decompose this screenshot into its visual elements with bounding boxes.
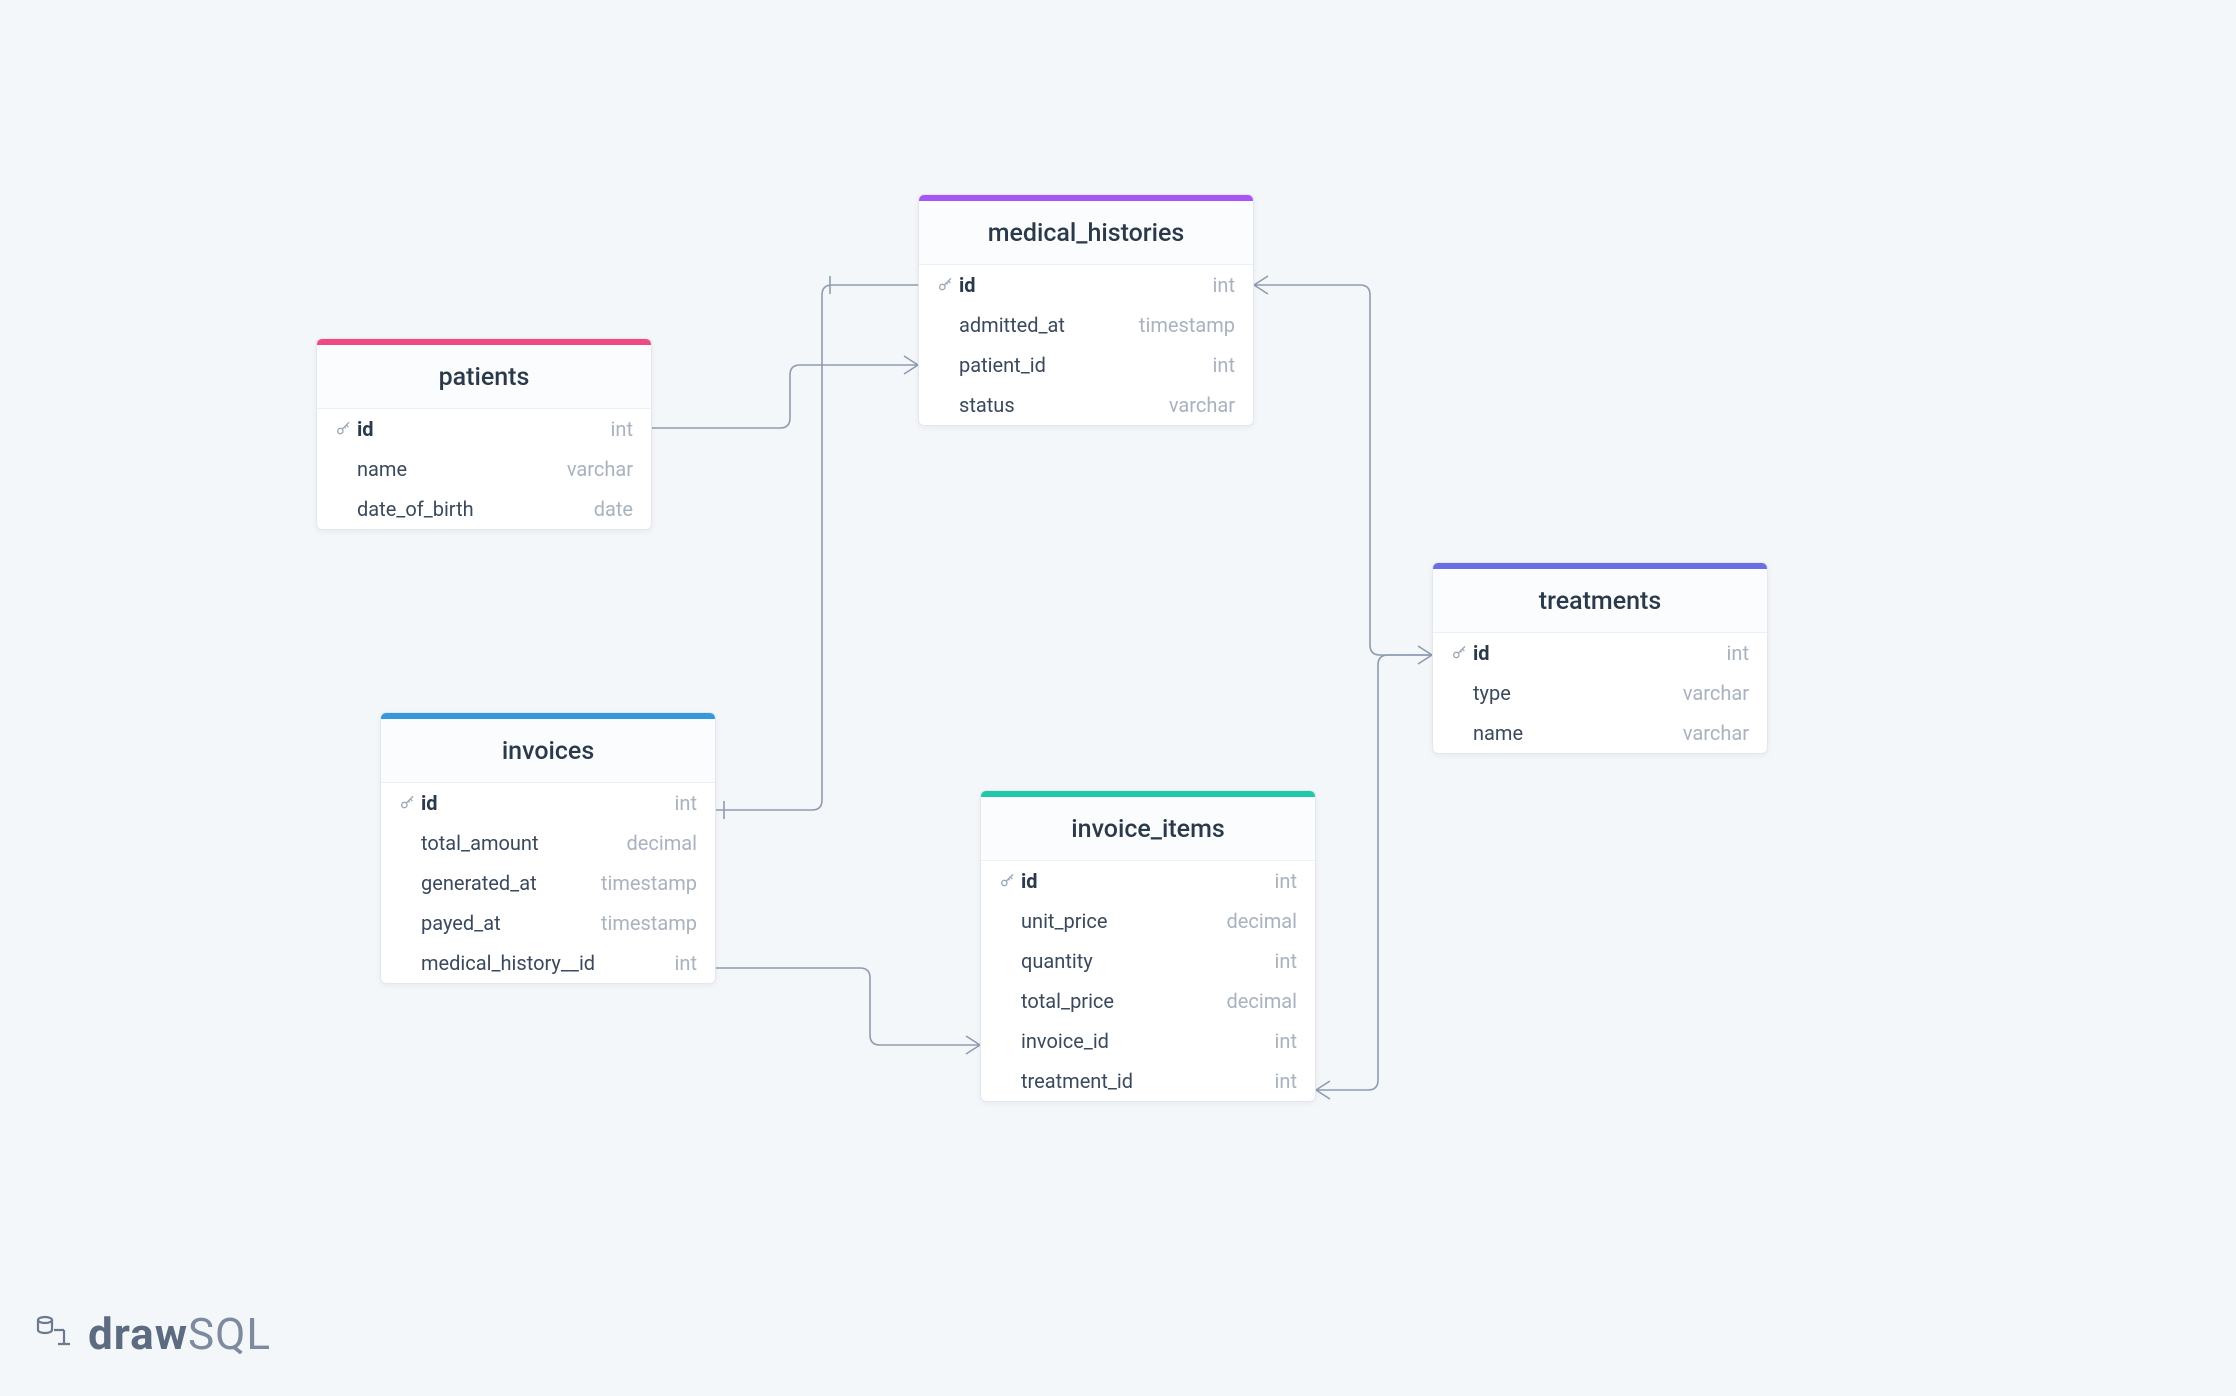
logo-icon <box>34 1312 74 1356</box>
table-medical-histories[interactable]: medical_histories idintadmitted_attimest… <box>918 194 1254 426</box>
column-type: int <box>1213 353 1235 377</box>
column-name: name <box>1473 721 1683 745</box>
column-name: id <box>1021 869 1275 893</box>
column-type: date <box>594 497 633 521</box>
column-row[interactable]: idint <box>381 783 715 823</box>
column-name: name <box>357 457 567 481</box>
table-invoice-items[interactable]: invoice_items idintunit_pricedecimalquan… <box>980 790 1316 1102</box>
column-row[interactable]: typevarchar <box>1433 673 1767 713</box>
column-row[interactable]: date_of_birthdate <box>317 489 651 529</box>
column-name: generated_at <box>421 871 601 895</box>
column-name: id <box>1473 641 1727 665</box>
column-type: decimal <box>627 831 698 855</box>
diagram-canvas[interactable]: patients idintnamevarchardate_of_birthda… <box>0 0 2236 1396</box>
column-name: date_of_birth <box>357 497 594 521</box>
column-row[interactable]: quantityint <box>981 941 1315 981</box>
column-row[interactable]: idint <box>981 861 1315 901</box>
column-type: varchar <box>567 457 633 481</box>
drawsql-logo: drawSQL <box>34 1308 271 1360</box>
table-treatments[interactable]: treatments idinttypevarcharnamevarchar <box>1432 562 1768 754</box>
column-name: treatment_id <box>1021 1069 1275 1093</box>
key-icon <box>335 421 357 437</box>
column-row[interactable]: total_amountdecimal <box>381 823 715 863</box>
column-type: int <box>1275 1069 1297 1093</box>
table-invoices[interactable]: invoices idinttotal_amountdecimalgenerat… <box>380 712 716 984</box>
column-row[interactable]: invoice_idint <box>981 1021 1315 1061</box>
column-name: status <box>959 393 1169 417</box>
column-type: int <box>1275 949 1297 973</box>
column-type: int <box>1275 869 1297 893</box>
key-icon <box>937 277 959 293</box>
table-title: invoices <box>381 719 715 783</box>
table-rows: idinttotal_amountdecimalgenerated_attime… <box>381 783 715 983</box>
column-row[interactable]: idint <box>317 409 651 449</box>
table-title: invoice_items <box>981 797 1315 861</box>
column-row[interactable]: namevarchar <box>317 449 651 489</box>
table-rows: idintadmitted_attimestamppatient_idintst… <box>919 265 1253 425</box>
column-row[interactable]: namevarchar <box>1433 713 1767 753</box>
table-title: patients <box>317 345 651 409</box>
column-name: payed_at <box>421 911 601 935</box>
column-name: type <box>1473 681 1683 705</box>
column-name: unit_price <box>1021 909 1227 933</box>
column-type: timestamp <box>601 911 697 935</box>
logo-text: drawSQL <box>88 1308 271 1360</box>
column-type: varchar <box>1683 681 1749 705</box>
column-name: id <box>421 791 675 815</box>
table-patients[interactable]: patients idintnamevarchardate_of_birthda… <box>316 338 652 530</box>
table-title: treatments <box>1433 569 1767 633</box>
key-icon <box>1451 645 1473 661</box>
column-row[interactable]: idint <box>919 265 1253 305</box>
column-type: int <box>1275 1029 1297 1053</box>
column-type: decimal <box>1227 989 1298 1013</box>
table-rows: idintunit_pricedecimalquantityinttotal_p… <box>981 861 1315 1101</box>
table-title: medical_histories <box>919 201 1253 265</box>
column-name: total_price <box>1021 989 1227 1013</box>
column-row[interactable]: treatment_idint <box>981 1061 1315 1101</box>
column-name: invoice_id <box>1021 1029 1275 1053</box>
column-type: int <box>1727 641 1749 665</box>
column-type: int <box>1213 273 1235 297</box>
table-rows: idinttypevarcharnamevarchar <box>1433 633 1767 753</box>
table-rows: idintnamevarchardate_of_birthdate <box>317 409 651 529</box>
column-name: patient_id <box>959 353 1213 377</box>
column-row[interactable]: payed_attimestamp <box>381 903 715 943</box>
column-name: id <box>357 417 611 441</box>
column-row[interactable]: unit_pricedecimal <box>981 901 1315 941</box>
key-icon <box>999 873 1021 889</box>
column-name: medical_history__id <box>421 951 675 975</box>
column-name: total_amount <box>421 831 627 855</box>
key-icon <box>399 795 421 811</box>
column-name: id <box>959 273 1213 297</box>
column-row[interactable]: total_pricedecimal <box>981 981 1315 1021</box>
column-type: timestamp <box>1139 313 1235 337</box>
column-name: admitted_at <box>959 313 1139 337</box>
column-row[interactable]: generated_attimestamp <box>381 863 715 903</box>
column-type: decimal <box>1227 909 1298 933</box>
column-row[interactable]: medical_history__idint <box>381 943 715 983</box>
column-row[interactable]: patient_idint <box>919 345 1253 385</box>
column-row[interactable]: statusvarchar <box>919 385 1253 425</box>
column-row[interactable]: admitted_attimestamp <box>919 305 1253 345</box>
column-type: int <box>675 951 697 975</box>
column-type: varchar <box>1683 721 1749 745</box>
column-type: int <box>611 417 633 441</box>
column-row[interactable]: idint <box>1433 633 1767 673</box>
column-name: quantity <box>1021 949 1275 973</box>
column-type: varchar <box>1169 393 1235 417</box>
column-type: timestamp <box>601 871 697 895</box>
column-type: int <box>675 791 697 815</box>
